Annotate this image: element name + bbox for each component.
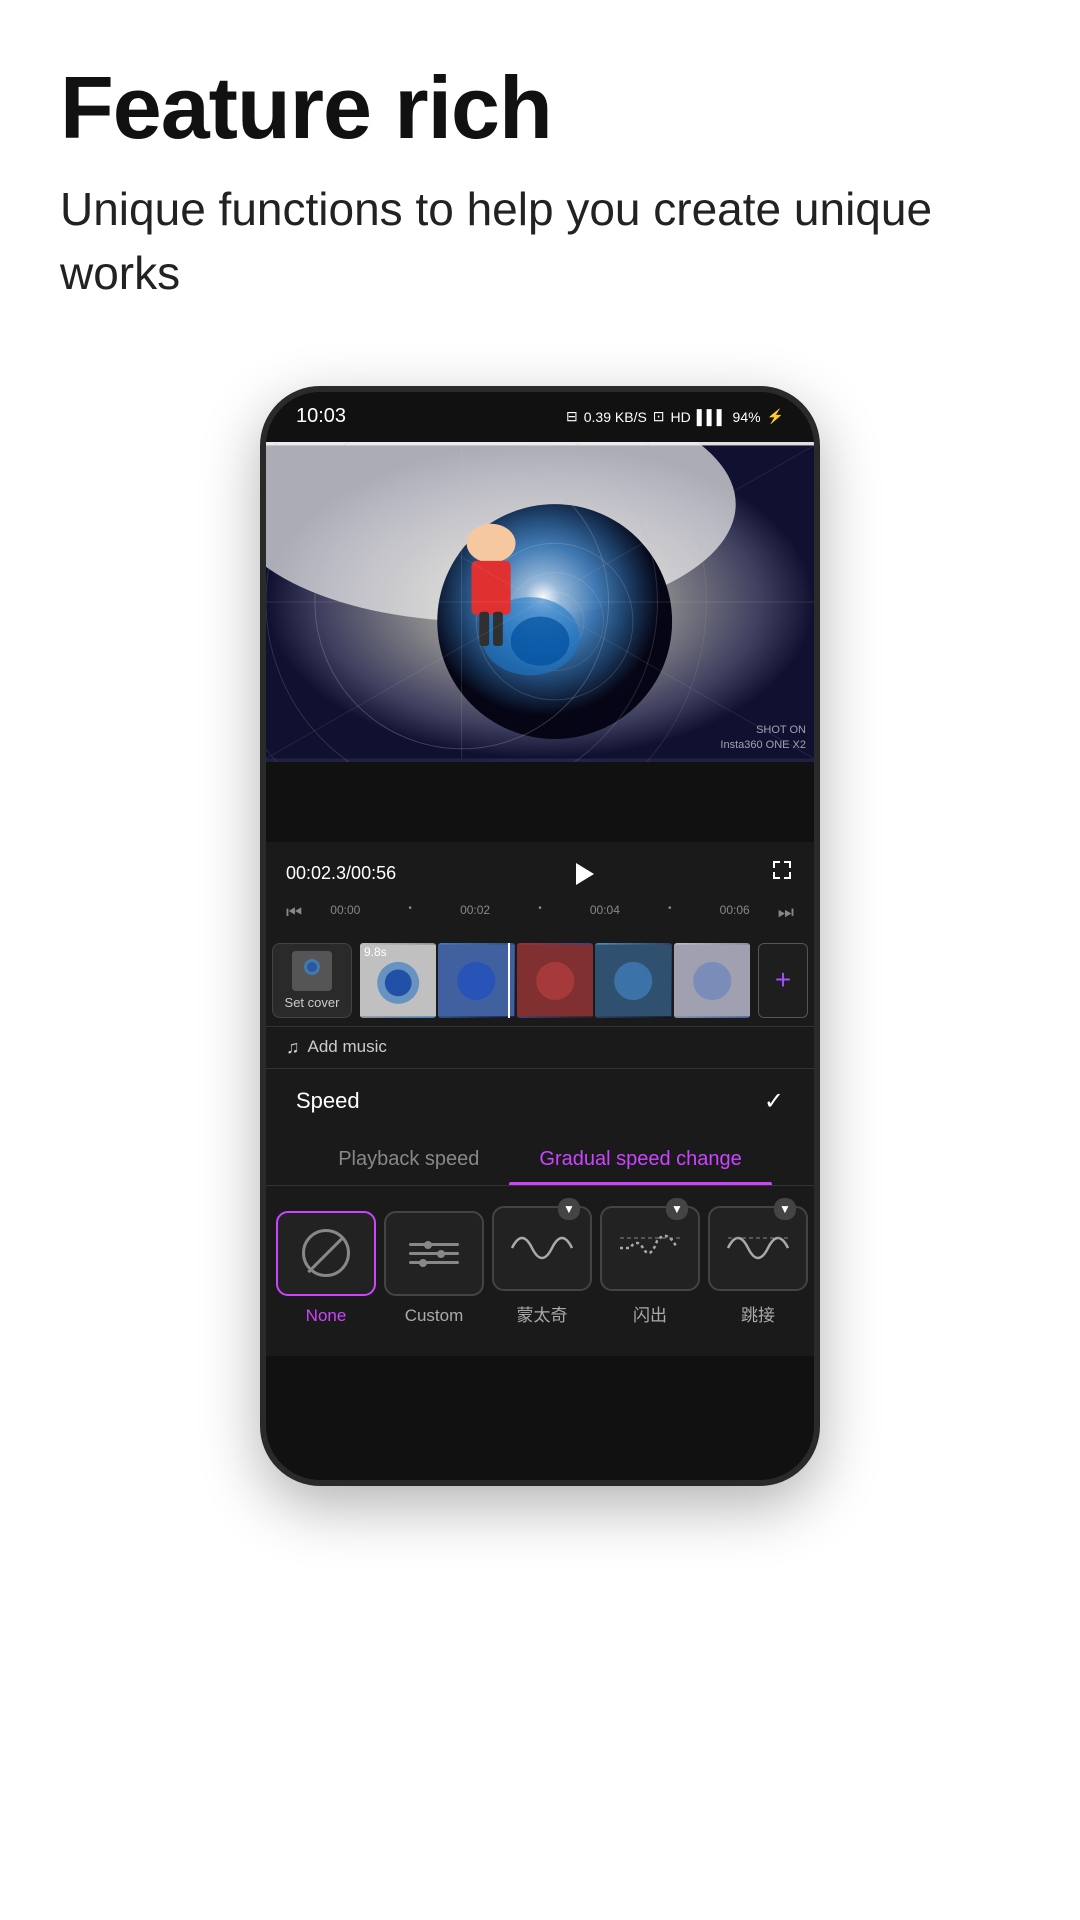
clip-duration: 9.8s <box>364 945 387 959</box>
flash-badge: ▼ <box>666 1198 688 1220</box>
hd-icon: HD <box>671 409 691 425</box>
speed-tabs: Playback speed Gradual speed change <box>266 1134 814 1186</box>
play-button[interactable] <box>563 854 603 894</box>
custom-sliders-icon <box>409 1243 459 1264</box>
clip-thumb-2[interactable] <box>438 943 514 1018</box>
video-frame-svg <box>266 442 814 762</box>
add-music-button[interactable]: ♫ Add music <box>286 1037 794 1058</box>
speed-option-box-jump[interactable]: ▼ <box>708 1206 808 1291</box>
main-title: Feature rich <box>60 60 1020 157</box>
speed-header: Speed ✓ <box>266 1068 814 1134</box>
tab-gradual-label: Gradual speed change <box>539 1148 741 1170</box>
tab-playback-speed[interactable]: Playback speed <box>308 1134 509 1185</box>
clip-thumb-3[interactable] <box>517 943 593 1018</box>
clip-strip-container: Set cover 9.8s <box>266 935 814 1026</box>
speed-option-jump[interactable]: ▼ 跳接 <box>708 1206 808 1326</box>
player-top: 00:02.3/00:56 <box>286 854 794 894</box>
timeline-mark-3: 00:06 <box>720 903 750 917</box>
player-controls: 00:02.3/00:56 ⏮ 00:00 <box>266 842 814 935</box>
header-section: Feature rich Unique functions to help yo… <box>0 0 1080 346</box>
jump-badge: ▼ <box>774 1198 796 1220</box>
black-bar <box>266 762 814 842</box>
speed-option-none[interactable]: None <box>276 1211 376 1326</box>
montage-badge: ▼ <box>558 1198 580 1220</box>
signal-icon: ▌▌▌ <box>697 409 727 425</box>
charge-icon: ⚡ <box>767 408 784 425</box>
music-icon: ♫ <box>286 1037 300 1058</box>
clip-thumb-4[interactable] <box>595 943 671 1018</box>
timeline-mark-1: 00:02 <box>460 903 490 917</box>
sub-title: Unique functions to help you create uniq… <box>60 177 1020 306</box>
wifi-icon: ⊡ <box>653 408 665 425</box>
battery-icon: ⊟ <box>566 408 578 425</box>
speed-options: None <box>266 1186 814 1336</box>
phone-container: 10:03 ⊟ 0.39 KB/S ⊡ HD ▌▌▌ 94% ⚡ <box>0 386 1080 1486</box>
speed-option-box-flash[interactable]: ▼ <box>600 1206 700 1291</box>
add-music-row: ♫ Add music <box>266 1026 814 1068</box>
clip-strip[interactable]: 9.8s <box>360 943 750 1018</box>
add-music-label: Add music <box>308 1037 387 1057</box>
speed-option-box-none[interactable] <box>276 1211 376 1296</box>
set-cover-icon <box>292 951 332 991</box>
speed-option-label-flash: 闪出 <box>633 1301 667 1326</box>
fullscreen-button[interactable] <box>770 858 794 889</box>
speed-option-label-jump: 跳接 <box>741 1301 775 1326</box>
add-clip-button[interactable]: + <box>758 943 808 1018</box>
speed-option-custom[interactable]: Custom <box>384 1211 484 1326</box>
bottom-gap <box>266 1336 814 1356</box>
flash-wave-icon <box>615 1223 685 1273</box>
speed-confirm-button[interactable]: ✓ <box>764 1087 784 1116</box>
timeline-mark-0: 00:00 <box>330 903 360 917</box>
status-icons: ⊟ 0.39 KB/S ⊡ HD ▌▌▌ 94% ⚡ <box>566 408 784 425</box>
speed-option-box-montage[interactable]: ▼ <box>492 1206 592 1291</box>
shot-on-label: SHOT ON Insta360 ONE X2 <box>720 723 806 754</box>
phone-frame: 10:03 ⊟ 0.39 KB/S ⊡ HD ▌▌▌ 94% ⚡ <box>260 386 820 1486</box>
play-icon <box>576 863 594 885</box>
status-bar: 10:03 ⊟ 0.39 KB/S ⊡ HD ▌▌▌ 94% ⚡ <box>266 392 814 442</box>
player-time: 00:02.3/00:56 <box>286 863 396 884</box>
speed-option-label-custom: Custom <box>405 1306 464 1326</box>
speed-option-box-custom[interactable] <box>384 1211 484 1296</box>
page-container: Feature rich Unique functions to help yo… <box>0 0 1080 1920</box>
video-area: SHOT ON Insta360 ONE X2 <box>266 442 814 762</box>
montage-wave-icon <box>507 1223 577 1273</box>
speed-option-label-none: None <box>306 1306 347 1326</box>
speed-option-montage[interactable]: ▼ 蒙太奇 <box>492 1206 592 1326</box>
kb-speed: 0.39 KB/S <box>584 409 647 425</box>
speed-panel: Speed ✓ Playback speed Gradual speed cha… <box>266 1068 814 1336</box>
jump-wave-icon <box>723 1223 793 1273</box>
timeline-mark-2: 00:04 <box>590 903 620 917</box>
plus-icon: + <box>775 964 791 996</box>
playhead <box>508 943 510 1018</box>
clip-thumb-5[interactable] <box>674 943 750 1018</box>
status-time: 10:03 <box>296 405 346 428</box>
video-content: SHOT ON Insta360 ONE X2 <box>266 442 814 762</box>
battery-pct: 94% <box>733 409 761 425</box>
speed-title: Speed <box>296 1088 360 1114</box>
none-icon <box>302 1229 350 1277</box>
skip-end-button[interactable]: ⏭ <box>778 902 794 923</box>
tab-playback-label: Playback speed <box>338 1148 479 1170</box>
skip-start-button[interactable]: ⏮ <box>286 902 302 923</box>
speed-option-flash[interactable]: ▼ 闪出 <box>600 1206 700 1326</box>
set-cover-button[interactable]: Set cover <box>272 943 352 1018</box>
set-cover-label: Set cover <box>285 995 340 1010</box>
speed-option-label-montage: 蒙太奇 <box>517 1301 568 1326</box>
tab-gradual-speed[interactable]: Gradual speed change <box>509 1134 771 1185</box>
